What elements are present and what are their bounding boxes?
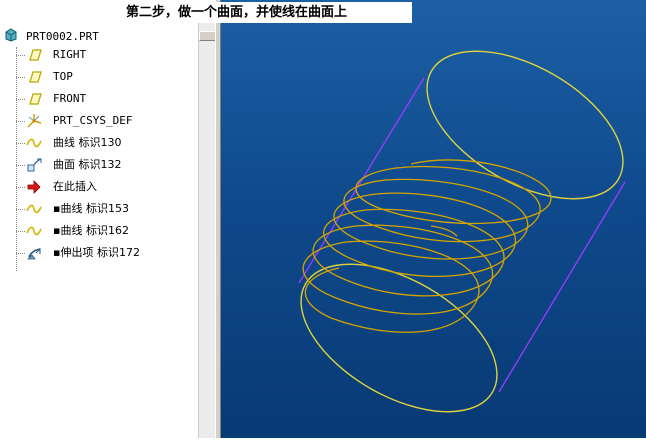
datum-plane-icon <box>26 69 42 85</box>
tree-item-label: 曲面 标识132 <box>53 158 122 171</box>
tree-item-label: ▪伸出项 标识172 <box>53 246 140 259</box>
tree-item[interactable]: TOP <box>0 67 198 87</box>
tree-item[interactable]: ▪曲线 标识153 <box>0 199 198 219</box>
model-tree-root[interactable]: PRT0002.PRT <box>4 27 99 45</box>
tree-connector-branch <box>16 121 25 122</box>
surface-edge-left <box>298 77 425 284</box>
tree-item[interactable]: 在此插入 <box>0 177 198 197</box>
datum-curve-icon <box>26 201 42 217</box>
part-icon <box>4 27 18 45</box>
tree-connector-branch <box>16 143 25 144</box>
top-ellipse-curve <box>426 50 624 200</box>
tree-connector-branch <box>16 209 25 210</box>
tree-connector-branch <box>16 55 25 56</box>
helix-curve <box>302 159 552 333</box>
model-tree-panel: PRT0002.PRT RIGHT TOP FRONT PRT_CSYS_DEF 曲线 … <box>0 23 198 438</box>
tree-connector-branch <box>16 99 25 100</box>
tree-scrollbar[interactable] <box>198 23 216 438</box>
tree-item-label: 在此插入 <box>53 180 97 193</box>
tree-item-label: ▪曲线 标识153 <box>53 202 129 215</box>
insert-here-arrow-icon <box>26 179 42 195</box>
tree-connector-branch <box>16 187 25 188</box>
tree-item-label: ▪曲线 标识162 <box>53 224 129 237</box>
tree-item[interactable]: 曲线 标识130 <box>0 133 198 153</box>
tree-connector-branch <box>16 165 25 166</box>
surface-icon <box>26 157 42 173</box>
tree-scrollbar-thumb[interactable] <box>199 31 216 41</box>
datum-plane-icon <box>26 47 42 63</box>
bottom-ellipse-curve <box>300 263 498 413</box>
coordinate-system-icon <box>26 113 42 129</box>
tree-item[interactable]: ▪曲线 标识162 <box>0 221 198 241</box>
step-caption: 第二步，做一个曲面，并使线在曲面上 <box>122 2 412 23</box>
tree-item[interactable]: FRONT <box>0 89 198 109</box>
surface-edge-right <box>498 181 626 393</box>
tree-item-label: FRONT <box>53 92 87 105</box>
model-geometry <box>298 50 626 413</box>
tree-connector-branch <box>16 231 25 232</box>
datum-curve-icon <box>26 135 42 151</box>
tree-item-label: 曲线 标识130 <box>53 136 122 149</box>
datum-plane-icon <box>26 91 42 107</box>
tree-item[interactable]: PRT_CSYS_DEF <box>0 111 198 131</box>
tree-item-label: RIGHT <box>53 48 87 61</box>
tree-item-label: PRT_CSYS_DEF <box>53 114 133 127</box>
graphics-viewport[interactable] <box>221 0 646 438</box>
tree-item[interactable]: 曲面 标识132 <box>0 155 198 175</box>
model-tree-root-label: PRT0002.PRT <box>26 29 99 43</box>
datum-curve-icon <box>26 223 42 239</box>
tree-item-label: TOP <box>53 70 73 83</box>
tree-item[interactable]: ▪伸出项 标识172 <box>0 243 198 263</box>
protrusion-icon <box>26 245 42 261</box>
tree-connector-branch <box>16 253 25 254</box>
tree-item[interactable]: RIGHT <box>0 45 198 65</box>
tree-connector-branch <box>16 77 25 78</box>
